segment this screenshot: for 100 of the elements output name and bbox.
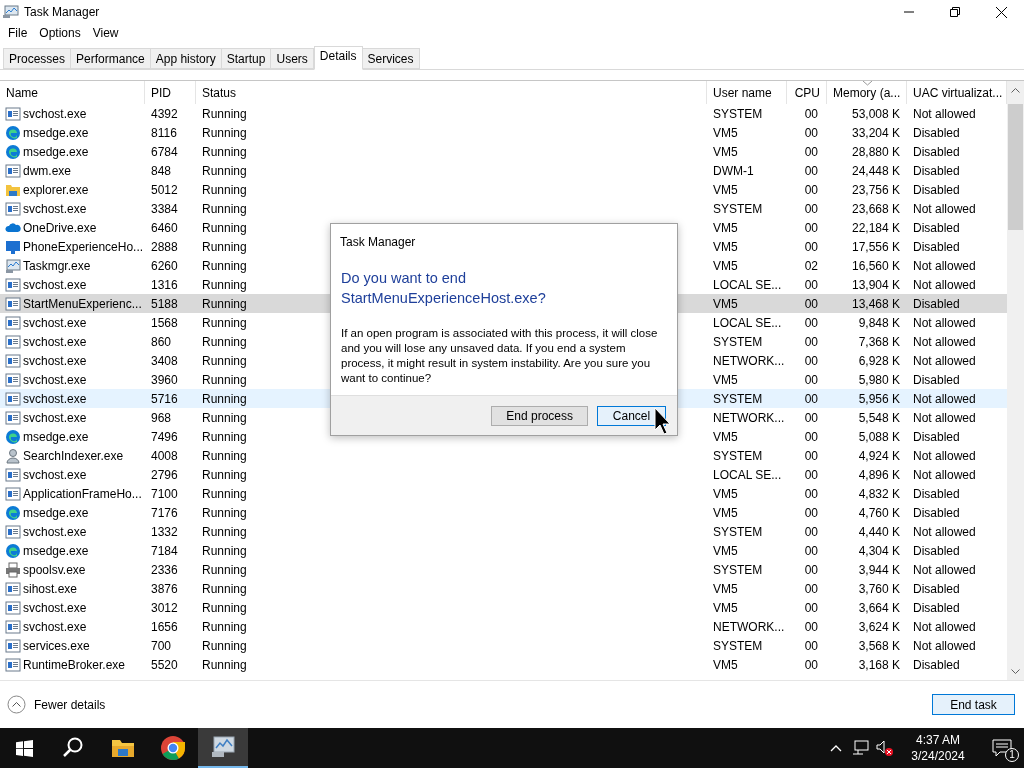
- tab[interactable]: Startup: [221, 48, 272, 69]
- network-icon[interactable]: [852, 740, 870, 756]
- column-header[interactable]: Status: [196, 81, 707, 104]
- chevron-up-icon: [7, 695, 26, 714]
- menu-item[interactable]: View: [92, 24, 119, 42]
- window-icon: [5, 314, 21, 331]
- table-cell-text: 00: [804, 580, 818, 598]
- table-cell-text: 00: [804, 143, 818, 161]
- table-cell-text: NETWORK...: [713, 352, 785, 370]
- table-cell-text: Running: [202, 333, 247, 351]
- tab[interactable]: App history: [150, 48, 222, 69]
- tab[interactable]: Processes: [3, 48, 72, 69]
- table-cell-text: 1332: [151, 523, 178, 541]
- table-cell-text: VM5: [713, 219, 738, 237]
- window-icon: [5, 333, 21, 350]
- taskbar-app[interactable]: [198, 728, 248, 768]
- menu-item[interactable]: Options: [39, 24, 81, 42]
- scrollbar[interactable]: [1007, 81, 1024, 680]
- table-cell-text: ApplicationFrameHo...: [23, 485, 142, 503]
- close-icon: [995, 6, 1007, 18]
- table-cell-text: Disabled: [913, 219, 960, 237]
- scroll-up-icon[interactable]: [1011, 87, 1020, 93]
- table-cell-text: 17,556 K: [851, 238, 900, 256]
- table-cell-text: svchost.exe: [23, 333, 87, 351]
- window-icon: [5, 162, 21, 179]
- table-cell-text: 00: [804, 124, 818, 142]
- table-cell-text: 1568: [151, 314, 178, 332]
- tab[interactable]: Details: [313, 46, 363, 70]
- window-icon: [5, 637, 21, 654]
- edge-icon: [5, 124, 21, 141]
- table-cell-text: 00: [804, 295, 818, 313]
- table-cell-text: 3,760 K: [858, 580, 900, 598]
- dialog-button[interactable]: End process: [491, 405, 588, 426]
- window-icon: [5, 276, 21, 293]
- table-cell-text: 4008: [151, 447, 178, 465]
- clock-time[interactable]: 4:37 AM: [916, 732, 960, 748]
- table-cell-text: Running: [202, 618, 247, 636]
- table-cell-text: 00: [804, 352, 818, 370]
- column-header[interactable]: Name: [0, 81, 145, 104]
- table-cell-text: VM5: [713, 504, 738, 522]
- sort-icon: [863, 81, 872, 86]
- table-cell-text: LOCAL SE...: [713, 276, 782, 294]
- end-task-button[interactable]: End task: [932, 694, 1015, 715]
- table-cell-text: 00: [804, 238, 818, 256]
- table-cell-text: 4,924 K: [858, 447, 900, 465]
- chevron-up-icon[interactable]: [830, 744, 842, 752]
- table-cell-text: 4,440 K: [858, 523, 900, 541]
- menu-item[interactable]: File: [8, 24, 28, 42]
- table-cell-text: 00: [804, 200, 818, 218]
- table-cell-text: 00: [804, 371, 818, 389]
- table-cell-text: msedge.exe: [23, 428, 89, 446]
- window-icon: [5, 485, 21, 502]
- tab[interactable]: Services: [362, 48, 420, 69]
- column-header[interactable]: User name: [707, 81, 787, 104]
- table-cell-text: Running: [202, 656, 247, 674]
- chart-monitor-icon[interactable]: [210, 735, 236, 759]
- message-icon: [992, 739, 1012, 757]
- table-cell-text: 00: [804, 637, 818, 655]
- table-cell-text: VM5: [713, 238, 738, 256]
- person-icon: [5, 447, 21, 464]
- table-cell-text: 1316: [151, 276, 178, 294]
- window-icon: [5, 200, 21, 217]
- table-cell-text: 00: [804, 314, 818, 332]
- scroll-down-icon[interactable]: [1011, 669, 1020, 675]
- column-header[interactable]: PID: [145, 81, 196, 104]
- table-cell-text: NETWORK...: [713, 409, 785, 427]
- fewer-details-button[interactable]: Fewer details: [7, 695, 106, 714]
- clock-date[interactable]: 3/24/2024: [911, 748, 965, 764]
- table-cell-text: Not allowed: [913, 637, 976, 655]
- table-cell-text: VM5: [713, 257, 738, 275]
- table-cell-text: msedge.exe: [23, 124, 89, 142]
- column-header[interactable]: CPU: [787, 81, 827, 104]
- table-cell-text: 3,624 K: [858, 618, 900, 636]
- windows-logo-icon: [15, 739, 33, 757]
- table-cell-text: svchost.exe: [23, 523, 87, 541]
- muted-speaker-icon[interactable]: [876, 740, 894, 756]
- notification-button[interactable]: 1: [980, 728, 1024, 768]
- window-icon: [5, 409, 21, 426]
- table-cell-text: SYSTEM: [713, 561, 763, 579]
- table-cell-text: Disabled: [913, 162, 960, 180]
- table-cell-text: svchost.exe: [23, 599, 87, 617]
- dialog-title: Task Manager: [340, 234, 417, 251]
- table-cell-text: 13,904 K: [851, 276, 900, 294]
- table-cell-text: VM5: [713, 599, 738, 617]
- table-cell-text: sihost.exe: [23, 580, 78, 598]
- window-icon: [5, 352, 21, 369]
- table-cell-text: 2888: [151, 238, 178, 256]
- tab[interactable]: Performance: [71, 48, 151, 69]
- table-cell-text: Running: [202, 447, 247, 465]
- table-cell-text: VM5: [713, 371, 738, 389]
- scroll-thumb[interactable]: [1008, 104, 1023, 230]
- table-cell-text: VM5: [713, 542, 738, 560]
- window-title: Task Manager: [24, 4, 100, 21]
- table-cell-text: SYSTEM: [713, 105, 763, 123]
- table-cell-text: 700: [151, 637, 172, 655]
- browser-icon[interactable]: [160, 735, 186, 761]
- column-header[interactable]: Memory (a...: [827, 81, 907, 104]
- tab[interactable]: Users: [271, 48, 314, 69]
- table-cell-text: 22,184 K: [851, 219, 900, 237]
- table-cell-text: 4,832 K: [858, 485, 900, 503]
